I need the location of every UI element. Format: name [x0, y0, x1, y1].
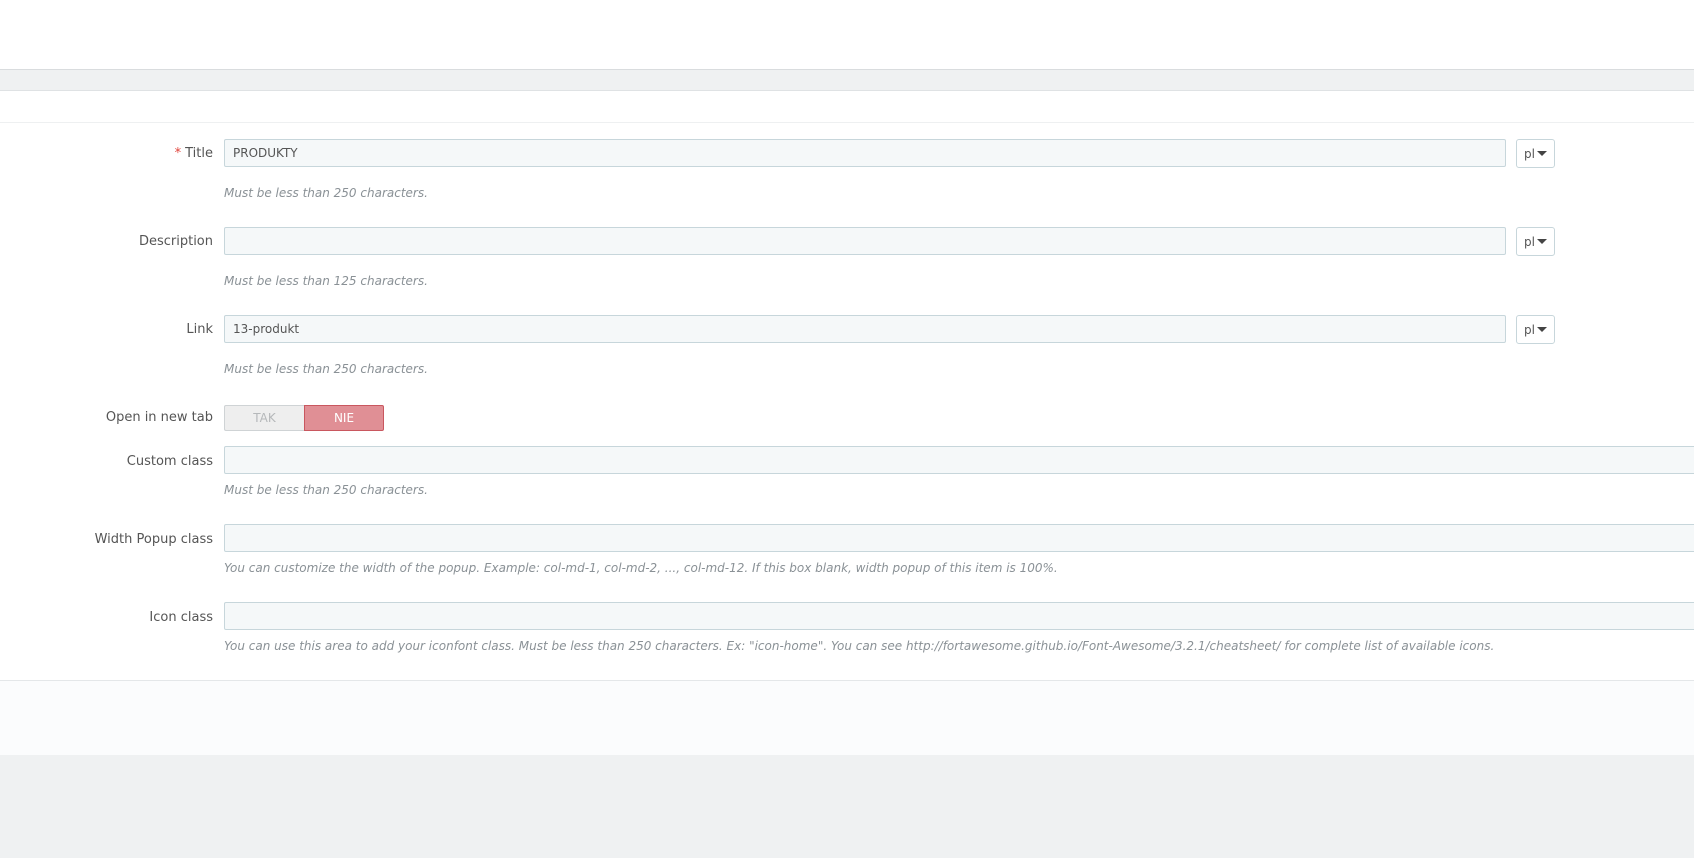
- icon-class-help: You can use this area to add your iconfo…: [224, 639, 1495, 653]
- description-language-dropdown[interactable]: pl: [1516, 227, 1555, 256]
- description-language-label: pl: [1524, 234, 1535, 249]
- custom-class-help: Must be less than 250 characters.: [224, 483, 428, 497]
- caret-down-icon: [1536, 151, 1547, 156]
- open-new-tab-switch[interactable]: TAK NIE: [224, 405, 384, 431]
- width-popup-help: You can customize the width of the popup…: [224, 561, 1058, 575]
- icon-class-label: Icon class: [149, 610, 213, 625]
- link-help: Must be less than 250 characters.: [224, 362, 428, 376]
- custom-class-label: Custom class: [126, 454, 213, 469]
- panel-footer: [0, 680, 1694, 755]
- link-language-label: pl: [1524, 322, 1535, 337]
- link-label: Link: [186, 322, 213, 337]
- icon-class-input[interactable]: [224, 602, 1694, 630]
- title-help: Must be less than 250 characters.: [224, 186, 428, 200]
- width-popup-input[interactable]: [224, 524, 1694, 552]
- link-input[interactable]: [224, 315, 1506, 343]
- page-header: [0, 0, 1694, 70]
- header-separator: [0, 70, 1694, 90]
- description-label: Description: [138, 234, 213, 249]
- title-label-text: Title: [185, 146, 213, 161]
- title-input[interactable]: [224, 139, 1506, 167]
- title-label: * Title: [175, 145, 213, 163]
- panel-heading: [0, 91, 1694, 123]
- description-input[interactable]: [224, 227, 1506, 255]
- title-language-dropdown[interactable]: pl: [1516, 139, 1555, 168]
- title-language-label: pl: [1524, 146, 1535, 161]
- description-help: Must be less than 125 characters.: [224, 274, 428, 288]
- caret-down-icon: [1536, 327, 1547, 332]
- link-language-dropdown[interactable]: pl: [1516, 315, 1555, 344]
- width-popup-label: Width Popup class: [94, 532, 213, 547]
- open-new-tab-yes-option[interactable]: TAK: [224, 405, 304, 431]
- open-new-tab-no-option[interactable]: NIE: [304, 405, 384, 431]
- required-mark: *: [174, 146, 182, 161]
- custom-class-input[interactable]: [224, 446, 1694, 474]
- caret-down-icon: [1536, 239, 1547, 244]
- open-new-tab-label: Open in new tab: [105, 410, 213, 425]
